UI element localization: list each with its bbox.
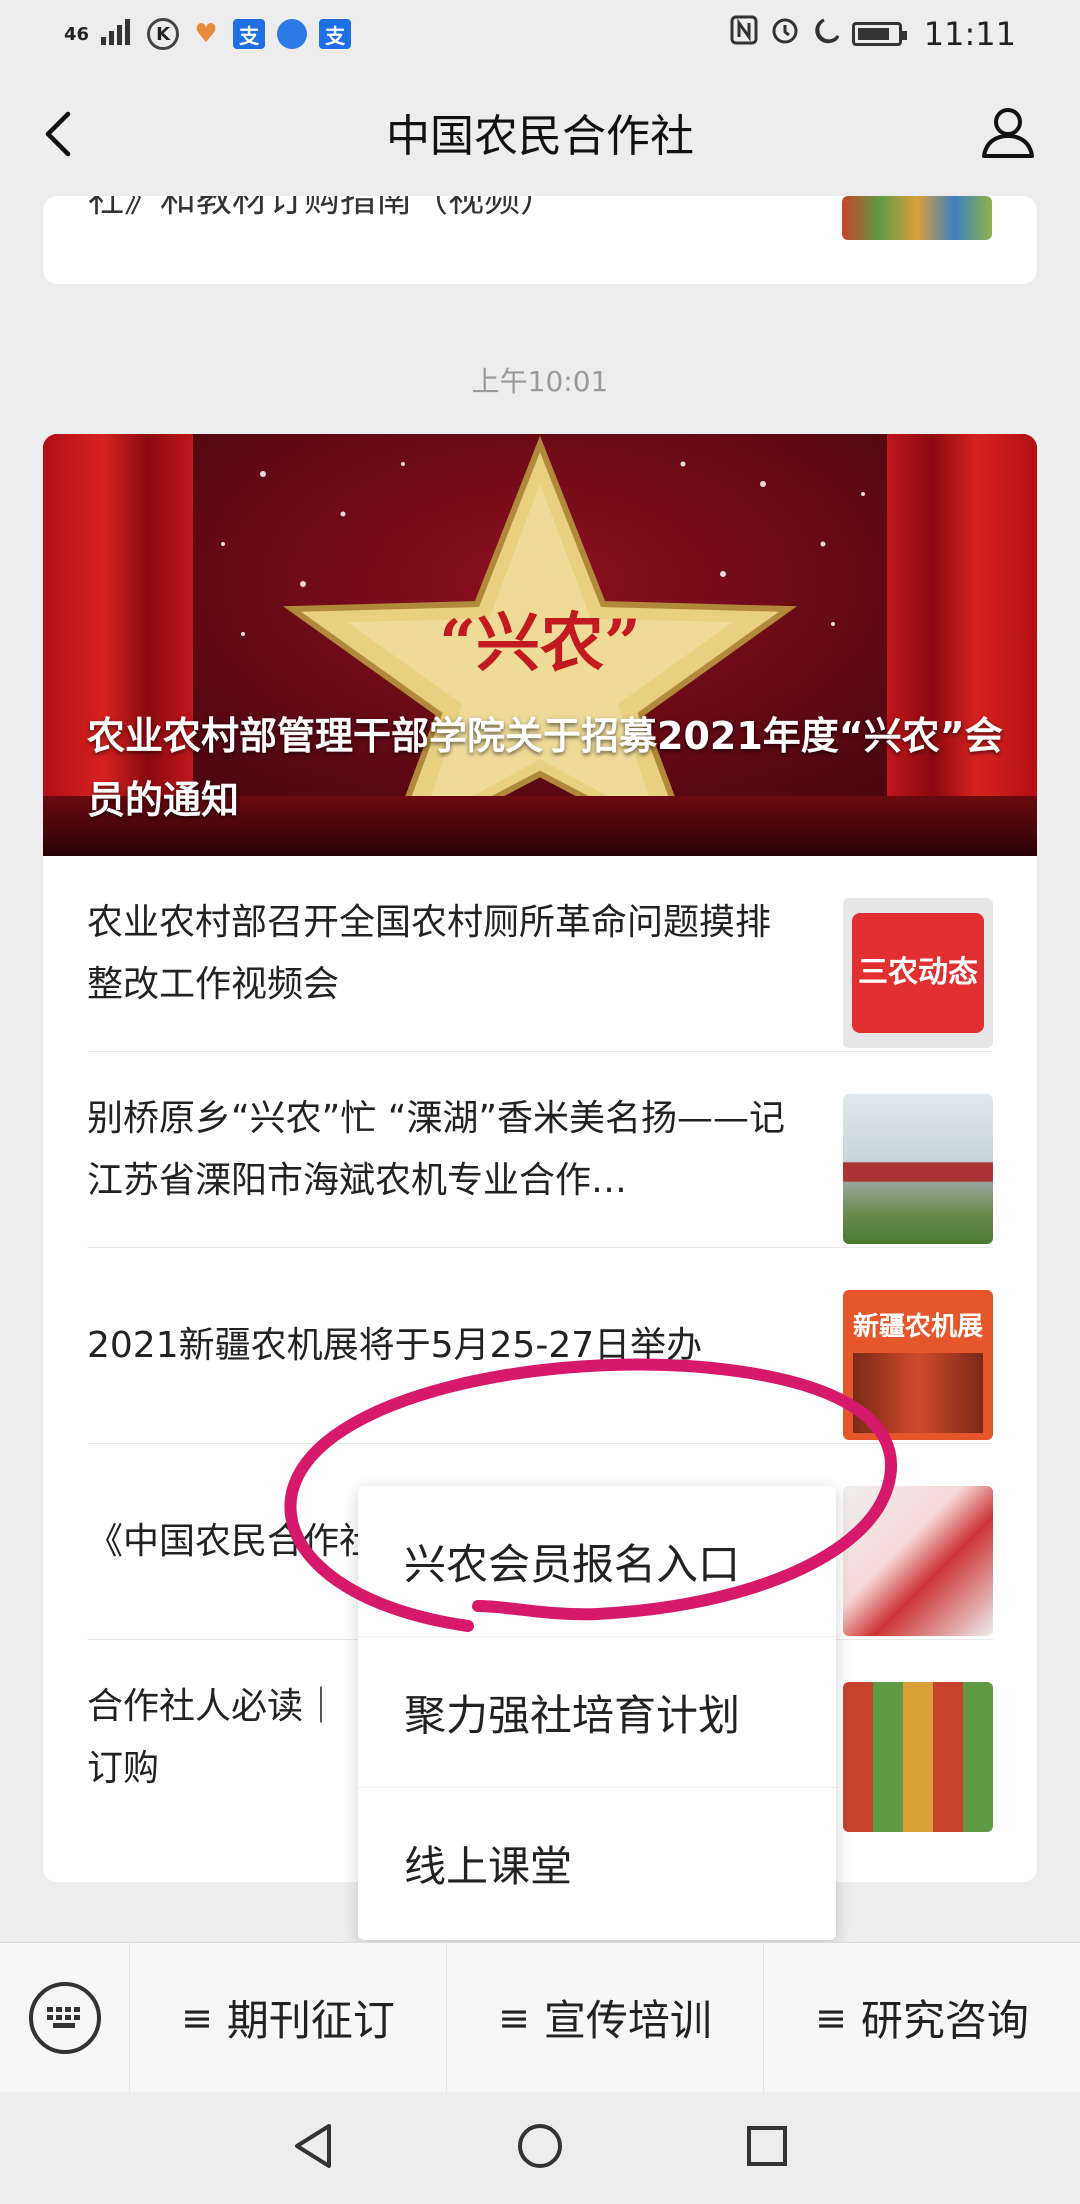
menu-item-member-signup[interactable]: 兴农会员报名入口 [358,1486,836,1637]
chevron-left-icon[interactable] [30,106,86,162]
featured-article-title: 农业农村部管理干部学院关于招募2021年度“兴农”会员的通知 [87,714,1003,822]
article-title: 2021新疆农机展将于5月25-27日举办 [87,1325,703,1366]
back-triangle-icon[interactable] [291,2122,335,2174]
submenu-popup: 兴农会员报名入口 聚力强社培育计划 线上课堂 [358,1486,836,1940]
alipay-icon: 支 [233,19,266,49]
article-thumbnail: 新疆农机展 [843,1290,993,1440]
hero-star-text: “兴农” [439,606,641,681]
bottom-menu-bar: ≡ 期刊征订 ≡ 宣传培训 ≡ 研究咨询 [0,1942,1080,2093]
thumbnail-badge: 新疆农机展 [852,1312,983,1342]
k-icon: K [147,18,180,50]
article-title: 别桥原乡“兴农”忙 “溧湖”香米美名扬——记江苏省溧阳市海斌农机专业合作… [87,1098,786,1201]
article-thumbnail [843,1486,993,1636]
article-thumbnail: 三农动态 [843,898,993,1048]
list-item[interactable]: 农业农村部召开全国农村厕所革命问题摸排整改工作视频会 三农动态 [87,856,993,1052]
menu-item-cultivation-plan[interactable]: 聚力强社培育计划 [358,1637,836,1788]
status-bar: 46 K ♥ 支 支 11:11 [0,0,1080,68]
user-icon[interactable] [978,102,1038,162]
menu-lines-icon: ≡ [181,1995,213,2040]
list-item[interactable]: 别桥原乡“兴农”忙 “溧湖”香米美名扬——记江苏省溧阳市海斌农机专业合作… [87,1052,993,1248]
status-time: 11:11 [923,15,1016,53]
page-title: 中国农民合作社 [386,111,694,162]
article-thumbnail [842,196,992,240]
system-navigation [0,2092,1080,2204]
menu-label: 宣传培训 [543,1996,712,2045]
menu-lines-icon: ≡ [498,1995,530,2040]
article-thumbnail [843,1682,993,1832]
menu-label: 期刊征订 [226,1996,395,2045]
alarm-icon [770,15,800,53]
keyboard-icon[interactable] [0,1942,130,2093]
previous-article-title: 社》和教材订购指南（视频） [88,196,557,220]
moon-icon [812,15,840,53]
menu-training[interactable]: ≡ 宣传培训 [447,1942,764,2093]
thumbnail-badge: 三农动态 [852,913,984,1033]
heart-icon: ♥ [194,19,218,49]
message-timestamp: 上午10:01 [471,365,609,398]
nfc-icon [730,15,758,53]
signal-indicator: 46 [64,23,90,45]
browser-icon [277,19,308,49]
previous-article-card[interactable]: 社》和教材订购指南（视频） [43,196,1037,284]
featured-article[interactable]: “兴农” 农业农村部管理干部学院关于招募2021年度“兴农”会员的通知 [43,434,1037,856]
battery-icon [851,22,907,46]
menu-research[interactable]: ≡ 研究咨询 [764,1943,1080,2093]
menu-label: 研究咨询 [860,1996,1029,2045]
title-bar: 中国农民合作社 [0,68,1080,196]
menu-periodicals[interactable]: ≡ 期刊征订 [130,1942,447,2093]
alipay-icon: 支 [319,19,352,49]
list-item[interactable]: 2021新疆农机展将于5月25-27日举办 新疆农机展 [87,1248,993,1444]
article-thumbnail [843,1094,993,1244]
article-title: 农业农村部召开全国农村厕所革命问题摸排整改工作视频会 [87,902,772,1005]
signal-bars-icon [101,15,135,53]
home-circle-icon[interactable] [516,2122,564,2174]
menu-lines-icon: ≡ [815,1995,847,2040]
menu-item-online-class[interactable]: 线上课堂 [358,1788,836,1939]
recents-square-icon[interactable] [745,2124,789,2172]
